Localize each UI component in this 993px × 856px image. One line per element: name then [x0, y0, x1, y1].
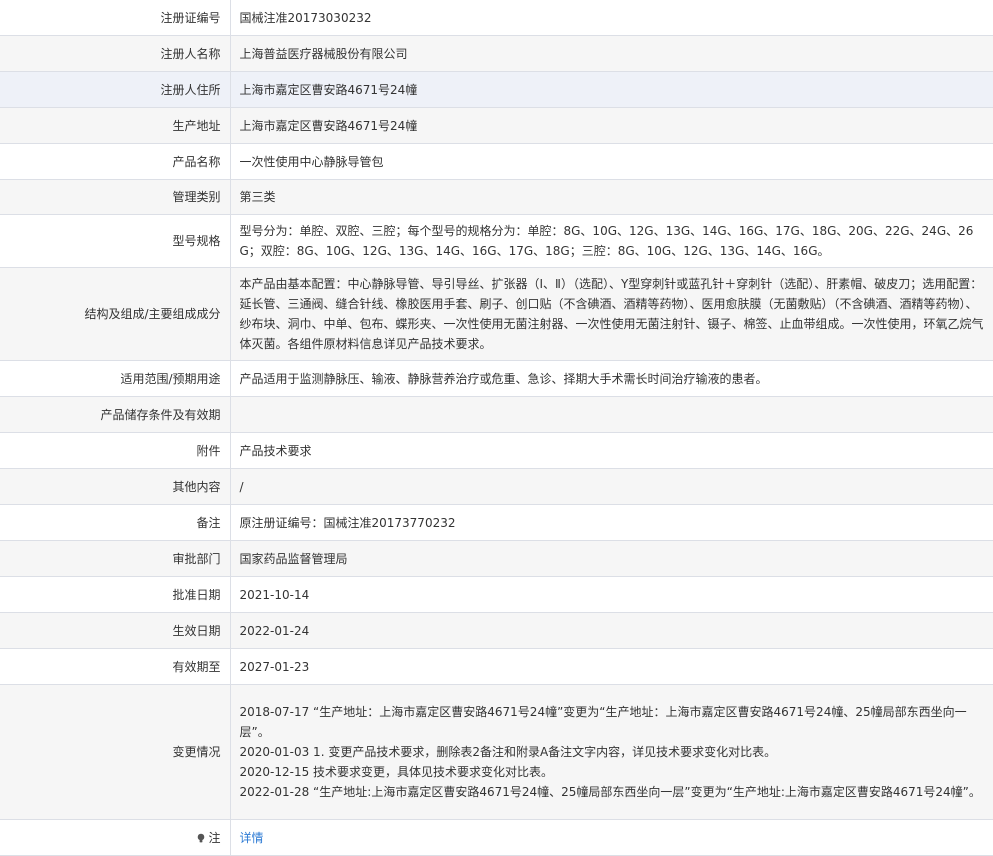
label-note-cell: 注	[0, 819, 231, 856]
change-item: 2018-07-17 “生产地址：上海市嘉定区曹安路4671号24幢”变更为“生…	[239, 705, 967, 739]
detail-link[interactable]: 详情	[240, 831, 264, 845]
label-production-address: 生产地址	[0, 107, 231, 144]
row-model-spec: 型号规格 型号分为：单腔、双腔、三腔；每个型号的规格分为：单腔：8G、10G、1…	[0, 214, 993, 268]
label-product-name: 产品名称	[0, 143, 231, 180]
value-remark: 原注册证编号：国械注准20173770232	[230, 504, 993, 541]
label-approval-date: 批准日期	[0, 576, 231, 613]
row-registrant-address: 注册人住所 上海市嘉定区曹安路4671号24幢	[0, 71, 993, 108]
row-changes: 变更情况 2018-07-17 “生产地址：上海市嘉定区曹安路4671号24幢”…	[0, 684, 993, 820]
row-attachment: 附件 产品技术要求	[0, 432, 993, 469]
row-storage: 产品储存条件及有效期	[0, 396, 993, 433]
row-product-name: 产品名称 一次性使用中心静脉导管包	[0, 143, 993, 180]
label-category: 管理类别	[0, 179, 231, 215]
row-registrant-name: 注册人名称 上海普益医疗器械股份有限公司	[0, 35, 993, 72]
bulb-icon	[198, 833, 205, 842]
row-approval-date: 批准日期 2021-10-14	[0, 576, 993, 613]
row-production-address: 生产地址 上海市嘉定区曹安路4671号24幢	[0, 107, 993, 144]
row-dept: 审批部门 国家药品监督管理局	[0, 540, 993, 577]
change-item: 2022-01-28 “生产地址:上海市嘉定区曹安路4671号24幢、25幢局部…	[239, 785, 981, 799]
value-category: 第三类	[230, 179, 993, 215]
label-registrant-address: 注册人住所	[0, 71, 231, 108]
row-remark: 备注 原注册证编号：国械注准20173770232	[0, 504, 993, 541]
label-storage: 产品储存条件及有效期	[0, 396, 231, 433]
value-effective-date: 2022-01-24	[230, 612, 993, 649]
value-scope: 产品适用于监测静脉压、输液、静脉营养治疗或危重、急诊、择期大手术需长时间治疗输液…	[230, 360, 993, 397]
label-changes: 变更情况	[0, 684, 231, 820]
change-item: 2020-12-15 技术要求变更，具体见技术要求变化对比表。	[239, 765, 554, 779]
row-reg-no: 注册证编号 国械注准20173030232	[0, 0, 993, 36]
value-approval-date: 2021-10-14	[230, 576, 993, 613]
row-structure: 结构及组成/主要组成成分 本产品由基本配置：中心静脉导管、导引导丝、扩张器（Ⅰ、…	[0, 267, 993, 361]
value-reg-no: 国械注准20173030232	[230, 0, 993, 36]
value-dept: 国家药品监督管理局	[230, 540, 993, 577]
value-other: /	[230, 468, 993, 505]
label-note: 注	[208, 830, 221, 845]
value-storage	[230, 396, 993, 433]
label-registrant-name: 注册人名称	[0, 35, 231, 72]
label-dept: 审批部门	[0, 540, 231, 577]
value-model-spec: 型号分为：单腔、双腔、三腔；每个型号的规格分为：单腔：8G、10G、12G、13…	[230, 214, 993, 268]
value-changes: 2018-07-17 “生产地址：上海市嘉定区曹安路4671号24幢”变更为“生…	[230, 684, 993, 820]
value-product-name: 一次性使用中心静脉导管包	[230, 143, 993, 180]
label-attachment: 附件	[0, 432, 231, 469]
value-expiry-date: 2027-01-23	[230, 648, 993, 685]
label-other: 其他内容	[0, 468, 231, 505]
label-scope: 适用范围/预期用途	[0, 360, 231, 397]
change-item: 2020-01-03 1. 变更产品技术要求，删除表2备注和附录A备注文字内容，…	[239, 745, 777, 759]
value-production-address: 上海市嘉定区曹安路4671号24幢	[230, 107, 993, 144]
value-note: 详情	[230, 819, 993, 856]
label-structure: 结构及组成/主要组成成分	[0, 267, 231, 361]
row-scope: 适用范围/预期用途 产品适用于监测静脉压、输液、静脉营养治疗或危重、急诊、择期大…	[0, 360, 993, 397]
row-note: 注 详情	[0, 819, 993, 856]
row-expiry-date: 有效期至 2027-01-23	[0, 648, 993, 685]
value-registrant-address: 上海市嘉定区曹安路4671号24幢	[230, 71, 993, 108]
label-expiry-date: 有效期至	[0, 648, 231, 685]
value-registrant-name: 上海普益医疗器械股份有限公司	[230, 35, 993, 72]
value-attachment: 产品技术要求	[230, 432, 993, 469]
label-model-spec: 型号规格	[0, 214, 231, 268]
value-structure: 本产品由基本配置：中心静脉导管、导引导丝、扩张器（Ⅰ、Ⅱ）（选配）、Y型穿刺针或…	[230, 267, 993, 361]
row-category: 管理类别 第三类	[0, 179, 993, 215]
row-effective-date: 生效日期 2022-01-24	[0, 612, 993, 649]
row-other: 其他内容 /	[0, 468, 993, 505]
label-reg-no: 注册证编号	[0, 0, 231, 36]
label-remark: 备注	[0, 504, 231, 541]
registration-detail-table: 注册证编号 国械注准20173030232 注册人名称 上海普益医疗器械股份有限…	[0, 0, 993, 856]
label-effective-date: 生效日期	[0, 612, 231, 649]
